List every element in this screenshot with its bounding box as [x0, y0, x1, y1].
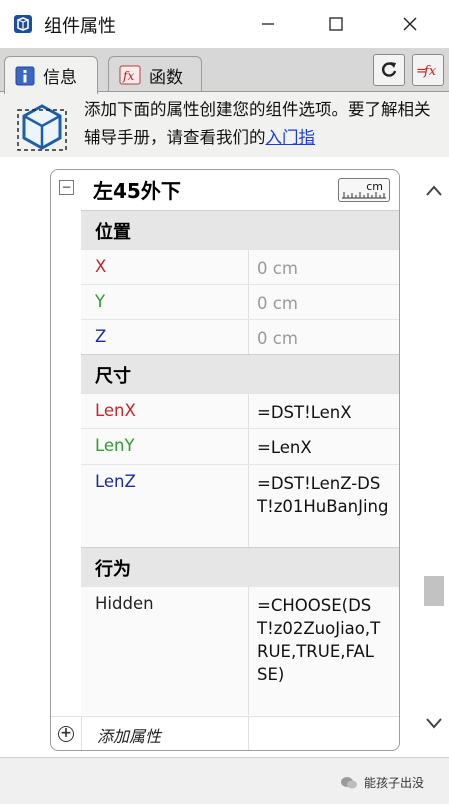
section-position: 位置	[81, 210, 399, 249]
attribute-value[interactable]: =LenX	[257, 436, 395, 459]
status-bar: 能孩子出没	[0, 757, 449, 804]
attribute-row-leny[interactable]: LenY =LenX	[81, 428, 399, 464]
attribute-name: Z	[95, 327, 107, 346]
add-attribute-label[interactable]: 添加属性	[97, 723, 161, 747]
attribute-value[interactable]: =DST!LenX	[257, 401, 395, 424]
maximize-button[interactable]	[306, 0, 366, 48]
attribute-row-z[interactable]: Z 0 cm	[81, 319, 399, 354]
minimize-icon	[262, 23, 274, 25]
info-banner: 添加下面的属性创建您的组件选项。要了解相关辅导手册，请查看我们的入门指	[0, 91, 449, 158]
scroll-thumb[interactable]	[424, 576, 444, 606]
collapse-toggle[interactable]: −	[59, 180, 74, 195]
function-icon: fx	[119, 65, 141, 85]
attribute-row-lenx[interactable]: LenX =DST!LenX	[81, 393, 399, 428]
attribute-value[interactable]: 0 cm	[257, 257, 395, 280]
tab-info[interactable]: 信息	[4, 56, 98, 94]
attributes-grid: 位置 X 0 cm Y 0 cm Z 0 cm 尺寸 LenX =DST!Len…	[81, 210, 399, 715]
refresh-button[interactable]	[373, 54, 405, 86]
section-title: 位置	[95, 222, 131, 243]
unit-selector[interactable]: cm	[338, 178, 390, 202]
add-attribute-row[interactable]: + 添加属性	[51, 716, 399, 750]
section-title: 尺寸	[95, 366, 131, 387]
info-text-block: 添加下面的属性创建您的组件选项。要了解相关辅导手册，请查看我们的入门指	[84, 96, 434, 152]
minimize-button[interactable]	[238, 0, 298, 48]
fx-icon: = fx	[416, 64, 437, 79]
svg-text:fx: fx	[122, 69, 134, 83]
tab-info-label: 信息	[43, 68, 77, 88]
section-size: 尺寸	[81, 354, 399, 393]
scroll-up-icon[interactable]	[424, 183, 444, 199]
tab-functions-label: 函数	[149, 67, 183, 88]
getting-started-link[interactable]: 入门指	[266, 128, 316, 147]
attribute-name: LenY	[95, 436, 135, 455]
formula-toggle-button[interactable]: = fx	[412, 54, 444, 86]
info-icon	[15, 66, 35, 85]
sketchup-app-icon	[14, 15, 32, 33]
attribute-name: LenX	[95, 401, 136, 420]
component-cube-icon	[17, 104, 67, 151]
attribute-value[interactable]: 0 cm	[257, 292, 395, 315]
watermark: 能孩子出没	[340, 774, 424, 791]
attribute-value[interactable]: 0 cm	[257, 327, 395, 350]
scroll-down-icon[interactable]	[424, 715, 444, 731]
attribute-value[interactable]: =DST!LenZ-DST!z01HuBanJing	[257, 472, 389, 518]
svg-text:fx: fx	[423, 64, 437, 79]
refresh-icon	[382, 62, 397, 77]
attribute-name: Y	[95, 292, 106, 311]
attribute-row-hidden[interactable]: Hidden =CHOOSE(DST!z02ZuoJiao,TRUE,TRUE,…	[81, 586, 399, 715]
vertical-scrollbar[interactable]	[420, 157, 449, 757]
watermark-text: 能孩子出没	[364, 776, 425, 790]
attribute-name: LenZ	[95, 472, 136, 491]
wechat-icon	[341, 776, 357, 788]
tab-bar: 信息 fx 函数 = fx	[0, 48, 449, 94]
section-title: 行为	[95, 559, 131, 580]
attribute-row-lenz[interactable]: LenZ =DST!LenZ-DST!z01HuBanJing	[81, 464, 399, 547]
attribute-row-y[interactable]: Y 0 cm	[81, 284, 399, 319]
attribute-value[interactable]: =CHOOSE(DST!z02ZuoJiao,TRUE,TRUE,FALSE)	[257, 594, 381, 686]
section-behavior: 行为	[81, 547, 399, 586]
attributes-content: − 左45外下 cm 位置 X 0 cm Y 0 cm Z 0 cm 尺寸 Le…	[0, 157, 449, 757]
title-bar: 组件属性	[0, 0, 449, 49]
close-icon	[403, 17, 417, 31]
component-name: 左45外下	[93, 179, 181, 203]
info-text: 添加下面的属性创建您的组件选项。要了解相关辅导手册，请查看我们的	[84, 100, 431, 147]
unit-label: cm	[366, 180, 383, 193]
attribute-name: Hidden	[95, 594, 154, 613]
component-panel: − 左45外下 cm 位置 X 0 cm Y 0 cm Z 0 cm 尺寸 Le…	[50, 169, 400, 751]
maximize-icon	[329, 17, 343, 31]
attribute-row-x[interactable]: X 0 cm	[81, 249, 399, 284]
add-circle-icon[interactable]: +	[58, 726, 74, 742]
tab-functions[interactable]: fx 函数	[108, 56, 202, 93]
window-title: 组件属性	[44, 16, 116, 37]
attribute-name: X	[95, 257, 107, 276]
component-header: − 左45外下 cm	[51, 170, 399, 210]
close-button[interactable]	[380, 0, 440, 48]
